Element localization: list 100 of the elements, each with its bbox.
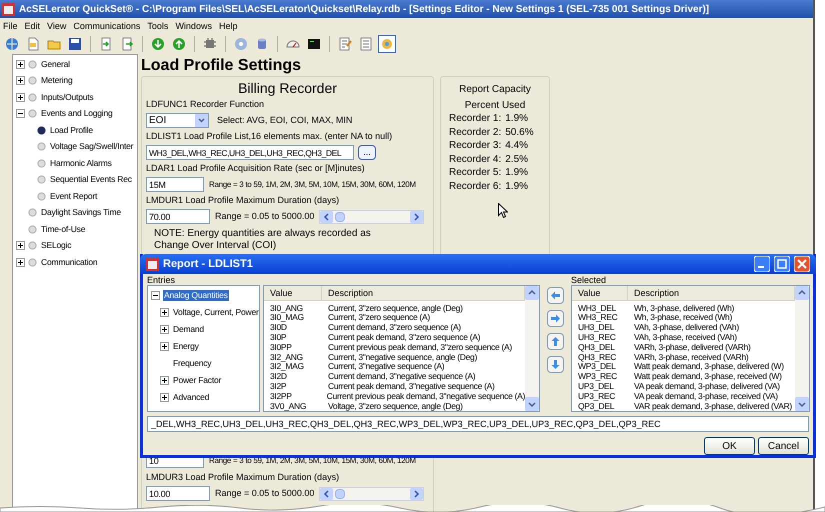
chevron-down-icon[interactable] — [195, 114, 208, 127]
menu-item[interactable]: Windows — [175, 20, 212, 32]
maximize-icon[interactable] — [774, 256, 790, 272]
scrollbar[interactable] — [319, 210, 424, 224]
hint-text: Range = 0.05 to 5000.00 — [215, 211, 314, 222]
text-field[interactable]: 70.00 — [146, 209, 210, 224]
arrow-icon — [550, 336, 561, 347]
down-arrow-button[interactable] — [547, 356, 564, 373]
dialog-button[interactable]: Cancel — [758, 437, 809, 455]
app-icon — [146, 258, 159, 270]
tree-item[interactable]: Power Factor — [172, 375, 222, 386]
dropdown[interactable]: EOI — [146, 113, 209, 128]
table-cell-text: Voltage, 3"zero sequence, angle (Deg) — [327, 400, 463, 411]
expander-icon[interactable] — [160, 342, 169, 351]
tree-item[interactable]: Time-of-Use — [40, 224, 86, 235]
table-cell-text: Current previous peak demand, 3"zero sequence (A) — [327, 342, 512, 353]
table-cell-text: Current, 3"zero sequence (A) — [327, 312, 430, 324]
right-arrow-button[interactable] — [547, 310, 564, 327]
expander-icon[interactable] — [16, 92, 25, 102]
menu-item[interactable]: Edit — [24, 20, 40, 32]
menu-item[interactable]: View — [47, 20, 66, 32]
table-cell-text: WH3_DEL — [577, 302, 618, 314]
expander-icon[interactable] — [16, 76, 25, 86]
close-icon[interactable] — [794, 256, 810, 272]
recorder-label: Recorder 3: — [449, 139, 502, 152]
tree-item[interactable]: General — [40, 58, 71, 70]
expander-icon[interactable] — [151, 291, 160, 300]
save-icon[interactable] — [66, 35, 84, 53]
menu-item[interactable]: Help — [218, 20, 238, 32]
table-cell-text: 3I0_ANG — [269, 302, 304, 314]
table-cell-text: VARh, 3-phase, delivered (VARh) — [633, 342, 751, 353]
arrow-icon — [550, 290, 561, 301]
table-cell-text: VA peak demand, 3-phase, received (VA) — [633, 390, 778, 402]
expander-icon[interactable] — [160, 376, 169, 385]
scrollbar-thumb[interactable] — [335, 212, 346, 222]
table-cell-text: VA peak demand, 3-phase, delivered (VA) — [633, 381, 780, 392]
menu-item[interactable]: Communications — [73, 20, 140, 32]
dialog-title: Report - LDLIST1 — [163, 258, 254, 270]
menu-item[interactable]: Tools — [147, 20, 168, 32]
down-arrow-icon[interactable] — [149, 35, 167, 53]
up-arrow-button[interactable] — [547, 333, 564, 350]
tree-item[interactable]: Demand — [172, 324, 205, 335]
arrow-icon — [550, 313, 561, 324]
tree-item[interactable]: Inputs/Outputs — [40, 92, 94, 103]
table-cell-text: QH3_REC — [577, 352, 618, 363]
expander-icon[interactable] — [16, 241, 25, 250]
tree-item[interactable]: Event Report — [49, 190, 98, 202]
table-cell-text: Current, 3"zero sequence, angle (Deg) — [327, 302, 463, 314]
note-text: NOTE: Energy quantities are always recorded as Change Over Interval (COI) — [153, 228, 372, 252]
section-label: Entries — [147, 275, 176, 285]
tree-item[interactable]: Metering — [40, 75, 74, 86]
table-cell-text: Current demand, 3"negative sequence (A) — [327, 371, 476, 382]
expander-icon[interactable] — [16, 258, 25, 267]
app-icon — [2, 2, 15, 16]
tree-item[interactable]: Analog Quantities — [163, 290, 229, 301]
dialog-button[interactable]: OK — [704, 437, 755, 455]
recorder-label: Recorder 4: — [449, 152, 502, 166]
globe-icon[interactable] — [3, 35, 21, 53]
tree-item[interactable]: Communication — [40, 256, 98, 268]
tree-item[interactable]: Load Profile — [49, 124, 94, 136]
table-cell-text: 3I0_MAG — [269, 312, 305, 324]
browse-button[interactable]: ... — [358, 145, 376, 160]
vertical-scrollbar[interactable] — [795, 286, 809, 411]
scrollbar[interactable] — [319, 486, 424, 500]
expander-icon[interactable] — [16, 109, 25, 118]
table-cell-text: VAh, 3-phase, delivered (VAh) — [633, 322, 739, 334]
up-arrow-icon[interactable] — [170, 35, 188, 53]
expander-icon[interactable] — [160, 308, 169, 317]
expander-icon[interactable] — [160, 325, 169, 334]
left-arrow-button[interactable] — [547, 287, 564, 304]
field-label: LDAR1 Load Profile Acquisition Rate (sec or [M]inutes) — [146, 163, 366, 174]
tree-item[interactable]: Advanced — [172, 392, 210, 403]
table-cell-text: UP3_DEL — [577, 381, 615, 392]
tree-item[interactable]: Voltage Sag/Swell/Inter — [49, 141, 134, 152]
tree-item[interactable]: Sequential Events Rec — [49, 174, 133, 186]
tree-item[interactable]: Daylight Savings Time — [40, 207, 122, 218]
vertical-scrollbar[interactable] — [525, 286, 539, 411]
table-cell-text: 3I2D — [269, 371, 288, 382]
expander-icon[interactable] — [16, 60, 25, 69]
tree-item[interactable]: Harmonic Alarms — [49, 158, 113, 169]
recorder-label: Recorder 1: — [449, 112, 502, 126]
tree-item[interactable]: Events and Logging — [40, 108, 114, 120]
column-header[interactable]: Value — [264, 286, 322, 300]
text-field[interactable]: WH3_DEL,WH3_REC,UH3_DEL,UH3_REC,QH3_DEL — [146, 145, 354, 160]
menu-item[interactable]: File — [3, 20, 18, 32]
column-header[interactable]: Value — [572, 286, 628, 300]
scrollbar-thumb[interactable] — [335, 488, 346, 498]
minimize-icon[interactable] — [754, 256, 770, 272]
text-field[interactable]: 10.00 — [146, 486, 210, 501]
tree-item[interactable]: Voltage, Current, Power — [172, 307, 259, 318]
text-field[interactable]: 15M — [146, 177, 204, 192]
tree-item[interactable]: Frequency — [172, 358, 212, 369]
settings-icon[interactable] — [378, 35, 396, 53]
tree-item[interactable]: SELogic — [40, 240, 72, 252]
table-cell-text: 3I2P — [269, 381, 288, 392]
table-cell-text: 3I2PP — [269, 390, 293, 402]
tree-item[interactable]: Energy — [172, 341, 200, 352]
recorder-value: 50.6% — [505, 126, 534, 139]
expander-icon[interactable] — [160, 393, 169, 402]
list-value-field[interactable]: _DEL,WH3_REC,UH3_DEL,UH3_REC,QH3_DEL,QH3_REC,WP3_DEL,WP3_REC,UP3_DEL,UP3_REC,QP3_DEL,QP3_REC — [147, 416, 809, 432]
